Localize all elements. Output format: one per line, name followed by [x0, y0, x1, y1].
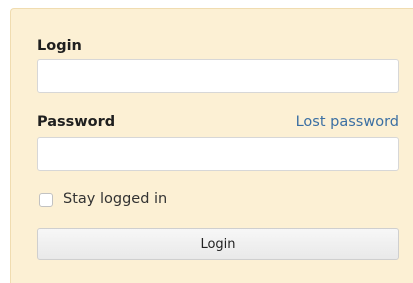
login-input[interactable] [37, 59, 399, 93]
lost-password-link[interactable]: Lost password [296, 113, 399, 131]
login-label: Login [37, 38, 82, 54]
stay-logged-in-checkbox[interactable] [39, 193, 53, 207]
password-input[interactable] [37, 137, 399, 171]
login-button[interactable]: Login [37, 228, 399, 260]
stay-logged-in-label[interactable]: Stay logged in [63, 190, 167, 208]
password-label: Password [37, 114, 116, 130]
